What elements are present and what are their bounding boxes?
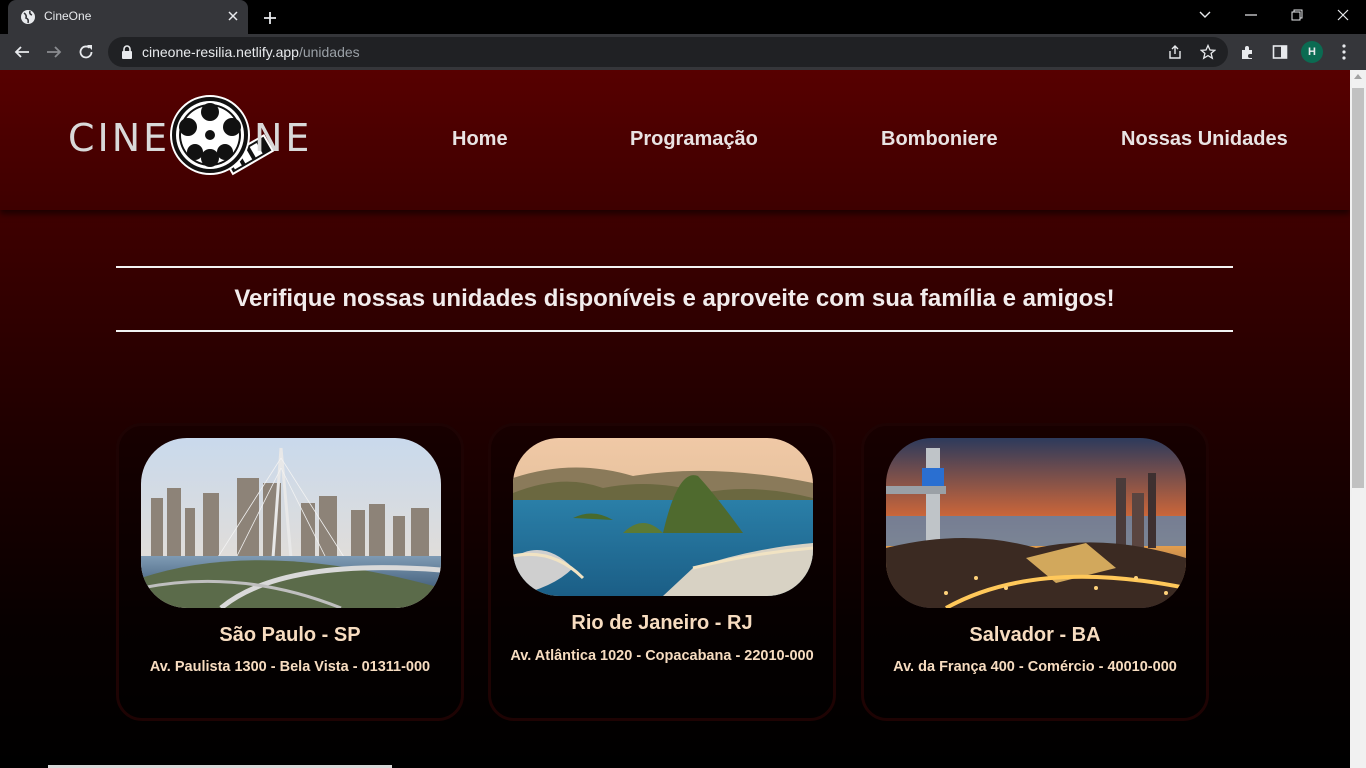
unit-city: Rio de Janeiro - RJ xyxy=(571,612,753,634)
address-bar[interactable]: cineone-resilia.netlify.app/unidades xyxy=(108,37,1228,67)
site-header: CINE NE Home Programação Bomboniere Noss… xyxy=(0,70,1350,210)
logo-text-cine: CINE xyxy=(68,116,171,160)
unit-address: Av. Atlântica 1020 - Copacabana - 22010-… xyxy=(510,648,814,664)
unit-city: Salvador - BA xyxy=(969,624,1101,646)
minimize-icon[interactable] xyxy=(1228,0,1274,30)
unit-card-salvador: Salvador - BA Av. da França 400 - Comérc… xyxy=(861,423,1209,721)
nav-bomboniere[interactable]: Bomboniere xyxy=(881,128,998,151)
nav-nossas-unidades[interactable]: Nossas Unidades xyxy=(1121,128,1288,151)
page-headline: Verifique nossas unidades disponíveis e … xyxy=(234,285,1115,312)
profile-avatar[interactable]: H xyxy=(1301,41,1323,63)
reload-icon[interactable] xyxy=(72,38,100,66)
vertical-scrollbar[interactable] xyxy=(1350,70,1366,768)
browser-tab[interactable]: CineOne xyxy=(8,0,248,34)
sao-paulo-skyline-image xyxy=(141,438,441,608)
extensions-icon[interactable] xyxy=(1238,42,1258,62)
browser-toolbar: cineone-resilia.netlify.app/unidades H xyxy=(0,34,1366,70)
chevron-down-icon[interactable] xyxy=(1182,0,1228,30)
unit-address: Av. Paulista 1300 - Bela Vista - 01311-0… xyxy=(149,659,431,675)
restore-icon[interactable] xyxy=(1274,0,1320,30)
share-icon[interactable] xyxy=(1166,43,1184,61)
scroll-up-arrow-icon[interactable] xyxy=(1354,74,1362,79)
forward-icon[interactable] xyxy=(40,38,68,66)
unit-card-rio-de-janeiro: Rio de Janeiro - RJ Av. Atlântica 1020 -… xyxy=(488,423,836,721)
url-text[interactable]: cineone-resilia.netlify.app/unidades xyxy=(142,44,360,60)
scrollbar-thumb[interactable] xyxy=(1352,88,1364,488)
unit-card-sao-paulo: São Paulo - SP Av. Paulista 1300 - Bela … xyxy=(116,423,464,721)
star-icon[interactable] xyxy=(1199,43,1217,61)
nav-home[interactable]: Home xyxy=(452,128,508,151)
lock-icon[interactable] xyxy=(120,45,134,59)
logo-text-ne: NE xyxy=(254,116,313,160)
salvador-sunset-image xyxy=(886,438,1186,608)
tab-title: CineOne xyxy=(44,9,92,23)
close-icon[interactable] xyxy=(224,7,242,25)
close-icon[interactable] xyxy=(1320,0,1366,30)
globe-icon xyxy=(21,10,35,24)
back-icon[interactable] xyxy=(8,38,36,66)
plus-icon[interactable] xyxy=(258,6,282,30)
kebab-menu-icon[interactable] xyxy=(1334,42,1354,62)
url-path: /unidades xyxy=(298,44,360,60)
page-viewport: CINE NE Home Programação Bomboniere Noss… xyxy=(0,70,1350,768)
url-host: cineone-resilia.netlify.app xyxy=(142,44,299,60)
unit-city: São Paulo - SP xyxy=(219,624,361,646)
browser-tabbar: CineOne xyxy=(0,0,1366,34)
side-panel-icon[interactable] xyxy=(1270,42,1290,62)
headline-section: Verifique nossas unidades disponíveis e … xyxy=(116,266,1233,332)
site-logo[interactable]: CINE NE xyxy=(68,94,320,180)
nav-programacao[interactable]: Programação xyxy=(630,128,758,151)
unit-address: Av. da França 400 - Comércio - 40010-000 xyxy=(893,659,1177,675)
rio-de-janeiro-bay-image xyxy=(513,438,813,596)
